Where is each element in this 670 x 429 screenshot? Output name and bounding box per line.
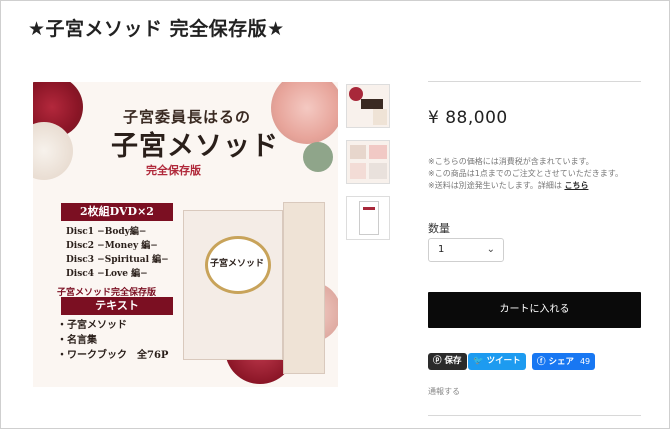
thumbnail-2[interactable] xyxy=(346,140,390,184)
thumbnail-1[interactable] xyxy=(346,84,390,128)
product-price: ¥ 88,000 xyxy=(428,108,508,128)
product-box-spine xyxy=(283,202,325,374)
pinterest-save-button[interactable]: ⓟ 保存 xyxy=(428,353,467,370)
price-notes: ※こちらの価格には消費税が含まれています。 ※この商品は1点までのご注文とさせて… xyxy=(428,156,623,192)
twitter-bird-icon: 🐦 xyxy=(473,356,484,366)
leaf-decoration xyxy=(303,142,333,172)
page-title: ★子宮メソッド 完全保存版★ xyxy=(28,18,285,40)
text-list: ・子宮メソッド ・名言集 ・ワークブック 全76P xyxy=(57,318,168,363)
report-link[interactable]: 通報する xyxy=(428,386,460,397)
quantity-label: 数量 xyxy=(428,222,450,235)
product-main-image[interactable]: 子宮委員長はるの 子宮メソッド 完全保存版 2枚組DVD×2 Disc1 −Bo… xyxy=(33,82,338,387)
facebook-icon: ⓕ xyxy=(537,357,546,367)
image-heading-edition: 完全保存版 xyxy=(146,164,201,177)
facebook-share-count: 49 xyxy=(579,357,591,366)
note-line: ※この商品は1点までのご注文とさせていただきます。 xyxy=(428,169,623,178)
pinterest-icon: ⓟ xyxy=(433,356,442,366)
note-line: ※こちらの価格には消費税が含まれています。 xyxy=(428,157,594,166)
quantity-value: 1 xyxy=(438,244,445,255)
disc-item: Disc1 −Body編− xyxy=(66,227,147,237)
disc-item: Disc4 −Love 編− xyxy=(66,269,148,279)
facebook-share-button[interactable]: ⓕ シェア 49 xyxy=(532,353,596,370)
top-divider xyxy=(428,81,641,82)
quantity-select[interactable]: 1 ⌄ xyxy=(428,238,504,262)
text-item: ・名言集 xyxy=(57,335,97,346)
disc-item: Disc3 −Spiritual 編− xyxy=(66,255,169,265)
image-heading-large: 子宮メソッド xyxy=(111,131,279,162)
product-box-title: 子宮メソッド xyxy=(210,259,265,269)
text-item: ・ワークブック 全76P xyxy=(57,350,169,361)
tweet-button[interactable]: 🐦 ツイート xyxy=(468,353,526,370)
pink-flower-decoration xyxy=(271,82,338,144)
text-item: ・子宮メソッド xyxy=(57,320,127,331)
chevron-down-icon: ⌄ xyxy=(486,244,495,255)
dvd-badge: 2枚組DVD×2 xyxy=(61,203,173,221)
disc-list: Disc1 −Body編− Disc2 −Money 編− Disc3 −Spi… xyxy=(66,225,169,281)
shipping-details-link[interactable]: こちら xyxy=(564,181,588,190)
text-badge: テキスト xyxy=(61,297,173,315)
bottom-divider xyxy=(428,415,641,416)
add-to-cart-button[interactable]: カートに入れる xyxy=(428,292,641,328)
thumbnail-3[interactable] xyxy=(346,196,390,240)
note-line: ※送料は別途発生いたします。詳細は こちら xyxy=(428,181,589,190)
disc-item: Disc2 −Money 編− xyxy=(66,241,158,251)
